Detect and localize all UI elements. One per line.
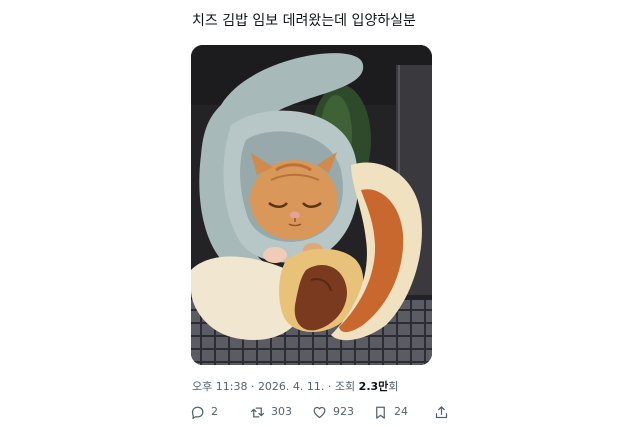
tweet-text: 치즈 김밥 임보 데려왔는데 입양하실분: [192, 13, 416, 29]
views-count: 2.3만: [358, 380, 389, 393]
share-button[interactable]: [434, 402, 449, 422]
views-prefix: 조회: [334, 380, 359, 393]
bookmark-count: 24: [394, 405, 408, 418]
share-icon: [435, 405, 448, 418]
tweet-time[interactable]: 오후 11:38: [192, 380, 247, 393]
tweet-date[interactable]: 2026. 4. 11.: [258, 380, 324, 393]
meta-separator: ·: [324, 380, 335, 393]
bookmark-button[interactable]: 24: [373, 402, 408, 422]
reply-count: 2: [211, 405, 218, 418]
retweet-count: 303: [271, 405, 292, 418]
retweet-icon: [250, 407, 265, 417]
like-button[interactable]: 923: [312, 402, 354, 422]
like-count: 923: [333, 405, 354, 418]
retweet-button[interactable]: 303: [250, 402, 292, 422]
reply-icon: [191, 406, 204, 419]
tweet-actions-bar: 2 303 923 24: [190, 402, 452, 422]
kitten-illustration: [191, 45, 432, 365]
tweet-metadata: 오후 11:38 · 2026. 4. 11. · 조회 2.3만회: [192, 379, 398, 395]
bookmark-icon: [376, 406, 385, 419]
heart-icon: [313, 406, 326, 418]
tweet-media-photo[interactable]: [191, 45, 432, 365]
tweet-page: 치즈 김밥 임보 데려왔는데 입양하실분 오후 11:38 · 2026. 4.…: [0, 0, 640, 427]
views-suffix: 회: [388, 380, 399, 393]
meta-separator: ·: [247, 380, 258, 393]
reply-button[interactable]: 2: [190, 402, 218, 422]
